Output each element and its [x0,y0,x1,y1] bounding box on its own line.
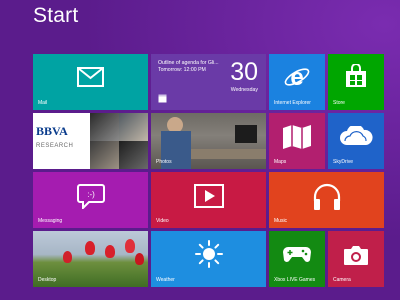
tulip [105,245,115,258]
tile-label: Maps [274,159,287,165]
internet-explorer-icon: e [284,64,310,91]
tulip [85,241,95,255]
speech-bubble-icon: :-) [77,184,105,209]
envelope-icon [77,67,104,87]
tile-internet-explorer[interactable]: e Internet Explorer [269,54,325,110]
bbva-logo-tile: BBVA RESEARCH [33,113,90,169]
calendar-event-title: Outline of agenda for Gli... [158,60,219,66]
tile-calendar[interactable]: Outline of agenda for Gli... Tomorrow: 1… [151,54,266,110]
tulip [135,253,144,265]
cloud-icon [340,126,373,145]
tile-label: Messaging [38,218,63,224]
tile-music[interactable]: Music [269,172,384,228]
calendar-event-time: Tomorrow: 12:00 PM [158,67,206,73]
tile-label: Weather [156,277,175,283]
tile-label: SkyDrive [333,159,354,165]
tile-label: Mail [38,100,48,106]
contact-photo [119,141,148,169]
tile-xbox-live-games[interactable]: Xbox LIVE Games [269,231,325,287]
tile-label: Store [333,100,345,106]
shopping-bag-icon [346,64,366,87]
tile-store[interactable]: Store [328,54,384,110]
tile-people[interactable]: BBVA RESEARCH [33,113,148,169]
svg-text::-): :-) [87,190,95,199]
tile-label: Camera [333,277,351,283]
headphones-icon [313,183,341,210]
tile-mail[interactable]: Mail [33,54,148,110]
tile-camera[interactable]: Camera [328,231,384,287]
tile-skydrive[interactable]: SkyDrive [328,113,384,169]
tile-label: Desktop [38,277,57,283]
folded-map-icon [283,125,311,149]
tile-weather[interactable]: Weather [151,231,266,287]
bbva-research-label: RESEARCH [36,143,74,149]
tulip [63,251,72,263]
tulip [125,239,135,253]
sun-icon [195,240,223,268]
tile-label: Video [156,218,169,224]
play-icon [194,184,224,208]
contact-photo [90,141,119,169]
contact-photo [90,113,119,141]
calendar-day: 30 [230,58,258,86]
bbva-logo: BBVA [36,124,68,138]
tile-label: Internet Explorer [274,100,311,106]
calendar-icon [158,94,167,103]
tile-maps[interactable]: Maps [269,113,325,169]
photo-monitor [235,125,257,143]
tile-label: Photos [156,159,172,165]
tile-label: Music [274,218,288,224]
page-title: Start [33,4,79,27]
photo-desk [191,149,266,159]
camera-icon [344,246,368,265]
tile-messaging[interactable]: :-) Messaging [33,172,148,228]
tile-desktop[interactable]: Desktop [33,231,148,287]
svg-text:e: e [290,64,303,91]
game-controller-icon [283,247,311,262]
tile-photos[interactable]: Photos [151,113,266,169]
tile-label: Xbox LIVE Games [274,277,316,283]
contact-photo [119,113,148,141]
calendar-weekday: Wednesday [230,87,258,93]
tile-video[interactable]: Video [151,172,266,228]
